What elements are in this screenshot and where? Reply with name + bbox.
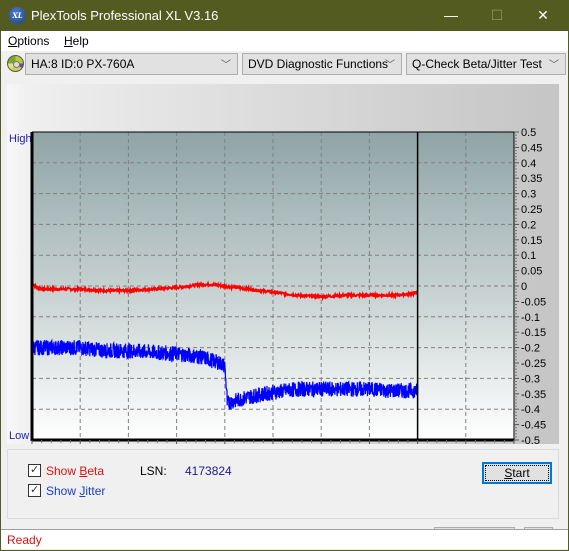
y-tick-label: -0.25: [521, 358, 546, 370]
menu-options[interactable]: Options: [8, 34, 49, 48]
show-beta-text: Show: [46, 464, 80, 478]
y-label-high: High: [9, 133, 32, 145]
chevron-down-icon: ﹀: [385, 60, 395, 71]
menu-options-label: ptions: [17, 34, 50, 48]
lsn-label: LSN:: [140, 464, 167, 478]
y-tick-label: -0.3: [521, 373, 540, 385]
chevron-down-icon: ﹀: [549, 60, 559, 71]
close-button[interactable]: ✕: [520, 0, 566, 31]
function-select-value: DVD Diagnostic Functions: [248, 57, 389, 71]
menu-options-accel: O: [8, 34, 18, 48]
maximize-button[interactable]: ☐: [474, 0, 520, 31]
y-tick-label: 0.45: [521, 142, 542, 154]
y-tick-label: 0.15: [521, 235, 542, 247]
window-title: PlexTools Professional XL V3.16: [31, 8, 219, 23]
minimize-button[interactable]: —: [428, 0, 474, 31]
show-beta-text-rest: eta: [87, 464, 105, 478]
status-bar: Ready: [1, 529, 568, 549]
chevron-down-icon: ﹀: [221, 60, 231, 71]
y-tick-label: 0.5: [521, 127, 536, 139]
y-tick-label: -0.05: [521, 296, 546, 308]
y-label-low: Low: [9, 430, 29, 442]
y-tick-label: -0.5: [521, 435, 540, 444]
y-tick-label: -0.35: [521, 389, 546, 401]
y-tick-label: 0: [521, 281, 527, 293]
show-jitter-checkbox[interactable]: [28, 483, 41, 497]
y-tick-label: 0.35: [521, 173, 542, 185]
y-tick-label: 0.1: [521, 250, 536, 262]
function-select[interactable]: DVD Diagnostic Functions ﹀: [242, 53, 402, 75]
toolbar: HA:8 ID:0 PX-760A ﹀ DVD Diagnostic Funct…: [1, 51, 568, 79]
app-window: XL PlexTools Professional XL V3.16 — ☐ ✕…: [0, 0, 569, 551]
y-tick-label: 0.4: [521, 158, 536, 170]
controls-panel: Show Beta Show Jitter LSN: 4173824 Start…: [7, 449, 559, 549]
y-tick-label: 0.05: [521, 266, 542, 278]
menu-help-label: elp: [72, 34, 89, 48]
show-beta-checkbox[interactable]: [28, 463, 41, 477]
status-text: Ready: [7, 533, 42, 547]
menu-bar: Options Help: [1, 31, 568, 51]
y-tick-label: -0.45: [521, 420, 546, 432]
y-tick-label: -0.15: [521, 327, 546, 339]
test-select-value: Q-Check Beta/Jitter Test: [412, 57, 542, 71]
y-tick-label: -0.2: [521, 343, 540, 355]
disc-drive-icon: [7, 55, 24, 72]
chart-panel: 012345678910 0.50.450.40.350.30.250.20.1…: [7, 84, 559, 444]
y-tick-label: 0.2: [521, 219, 536, 231]
focus-rect: [485, 465, 549, 481]
drive-select[interactable]: HA:8 ID:0 PX-760A ﹀: [25, 53, 238, 75]
show-jitter-label[interactable]: Show Jitter: [46, 484, 105, 498]
y-tick-label: 0.3: [521, 189, 536, 201]
test-select[interactable]: Q-Check Beta/Jitter Test ﹀: [406, 53, 566, 75]
y-axis: 0.5 0.45 0.4 0.35 0.3 0.25 0.2 0.15 0.1 0.05 0 -0.0…: [514, 127, 546, 444]
start-button[interactable]: Start: [482, 462, 552, 484]
drive-select-value: HA:8 ID:0 PX-760A: [31, 57, 135, 71]
lsn-value: 4173824: [185, 464, 232, 478]
y-tick-label: -0.4: [521, 404, 540, 416]
menu-help-accel: H: [64, 34, 73, 48]
menu-help[interactable]: Help: [64, 34, 89, 48]
y-tick-label: -0.1: [521, 312, 540, 324]
show-jitter-text: Show: [46, 484, 80, 498]
title-bar: XL PlexTools Professional XL V3.16 — ☐ ✕: [0, 0, 569, 31]
app-logo-icon: XL: [9, 7, 26, 24]
show-beta-label[interactable]: Show Beta: [46, 464, 104, 478]
y-tick-label: 0.25: [521, 204, 542, 216]
show-jitter-text-rest: itter: [85, 484, 106, 498]
client-area: Options Help HA:8 ID:0 PX-760A ﹀ DVD Dia…: [1, 31, 568, 550]
beta-jitter-chart: 012345678910 0.50.450.40.350.30.250.20.1…: [9, 127, 546, 444]
